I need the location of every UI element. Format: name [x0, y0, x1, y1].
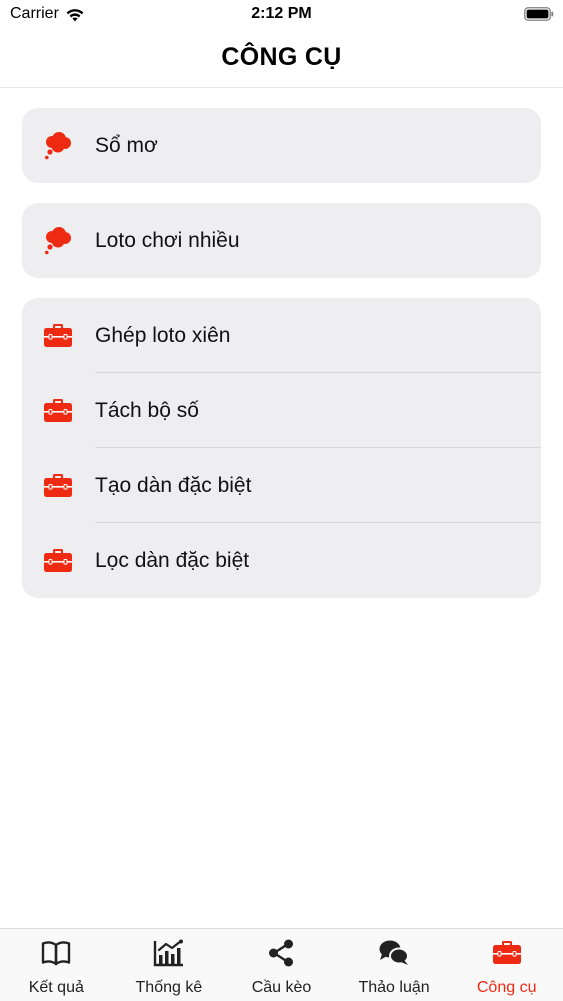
tab-results[interactable]: Kết quả — [0, 929, 113, 1001]
navigation-header: CÔNG CỤ — [0, 30, 563, 88]
toolbox-icon — [43, 396, 73, 426]
tool-item-combine-loto[interactable]: Ghép loto xiên — [22, 298, 541, 373]
tab-bar: Kết quả Thống kê Cầu kèo Thảo luận Công … — [0, 928, 563, 1001]
tool-item-split-numbers[interactable]: Tách bộ số — [22, 373, 541, 448]
page-title: CÔNG CỤ — [221, 43, 342, 71]
status-time: 2:12 PM — [251, 5, 312, 22]
tab-label: Cầu kèo — [251, 979, 312, 996]
tab-tools[interactable]: Công cụ — [450, 929, 563, 1001]
status-bar: Carrier 2:12 PM — [0, 0, 563, 30]
tab-label: Kết quả — [28, 979, 84, 996]
toolbox-icon — [43, 321, 73, 351]
tool-item-dream-book[interactable]: Sổ mơ — [22, 108, 541, 183]
tab-predictions[interactable]: Cầu kèo — [225, 929, 338, 1001]
tool-item-label: Sổ mơ — [95, 133, 158, 157]
tool-group-dream-book: Sổ mơ — [22, 108, 541, 183]
share-icon — [265, 939, 297, 967]
toolbox-icon — [43, 546, 73, 576]
thought-bubble-icon — [43, 131, 73, 161]
tool-item-create-special-set[interactable]: Tạo dàn đặc biệt — [22, 448, 541, 523]
tool-group-frequent-loto: Loto chơi nhiều — [22, 203, 541, 278]
tool-item-filter-special-set[interactable]: Lọc dàn đặc biệt — [22, 523, 541, 598]
tool-group-number-tools: Ghép loto xiên Tách bộ số Tạo dàn đặc bi… — [22, 298, 541, 598]
thought-bubble-icon — [43, 226, 73, 256]
tab-label: Thống kê — [135, 979, 203, 996]
toolbox-icon — [491, 939, 523, 967]
tool-item-label: Tách bộ số — [95, 398, 199, 422]
tab-label: Công cụ — [476, 979, 537, 996]
tool-item-label: Ghép loto xiên — [95, 323, 231, 347]
toolbox-icon — [43, 471, 73, 501]
tab-discussion[interactable]: Thảo luận — [338, 929, 451, 1001]
tool-item-label: Tạo dàn đặc biệt — [95, 473, 252, 497]
tool-item-frequent-loto[interactable]: Loto chơi nhiều — [22, 203, 541, 278]
tool-item-label: Loto chơi nhiều — [95, 228, 240, 252]
chart-icon — [153, 939, 185, 967]
tab-statistics[interactable]: Thống kê — [113, 929, 226, 1001]
chat-bubbles-icon — [378, 939, 410, 967]
book-icon — [40, 939, 72, 967]
tab-label: Thảo luận — [358, 979, 430, 996]
tool-item-label: Lọc dàn đặc biệt — [95, 548, 250, 572]
battery-icon — [524, 7, 554, 21]
